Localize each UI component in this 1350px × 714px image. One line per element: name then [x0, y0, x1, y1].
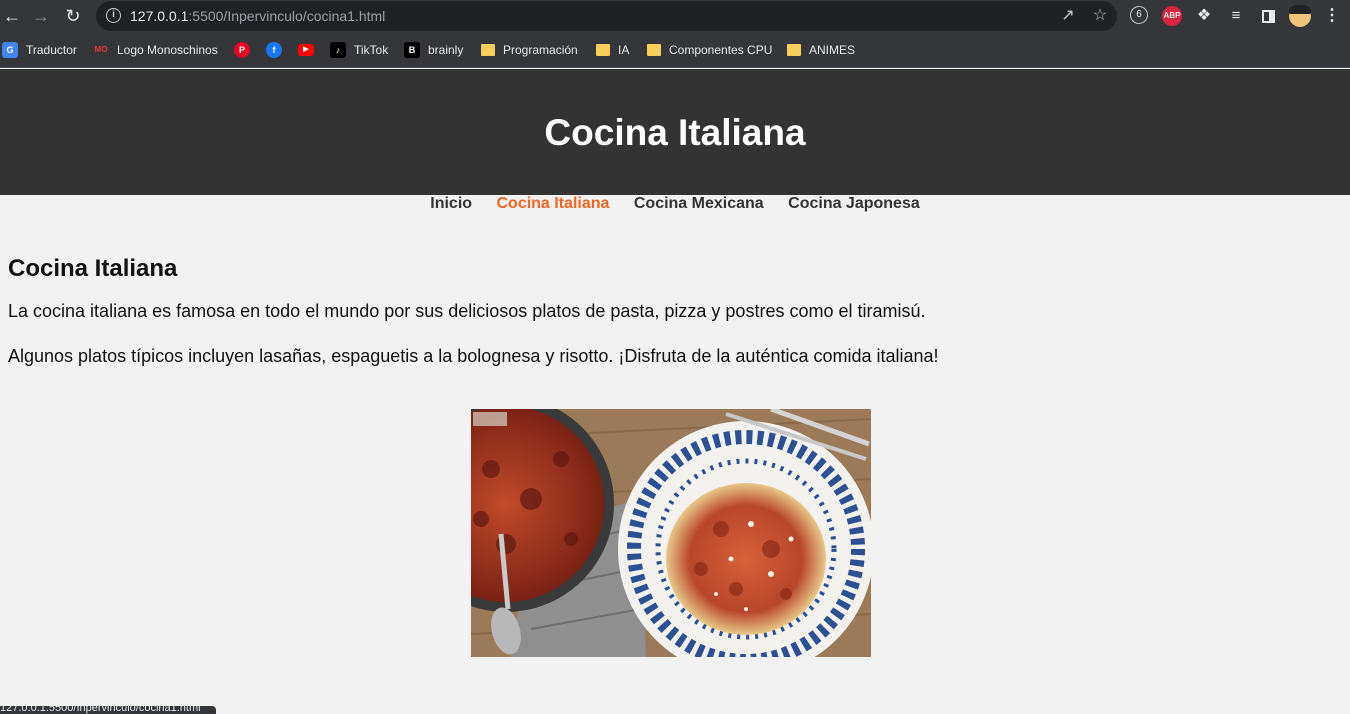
bookmark-logo-monoschinos[interactable]: MO Logo Monoschinos [93, 41, 218, 59]
url-host: 127.0.0.1 [130, 8, 189, 24]
dishes-paragraph: Algunos platos típicos incluyen lasañas,… [8, 346, 939, 366]
browser-toolbar: ← → ↻ i 127.0.0.1:5500/Inpervinculo/coci… [0, 0, 1350, 32]
tiktok-icon: ♪ [330, 42, 346, 58]
bookmark-folder-programacion[interactable]: Programación [481, 41, 578, 59]
bookmark-label: ANIMES [809, 43, 856, 57]
forward-arrow-icon[interactable]: → [29, 4, 53, 28]
status-bubble: 127.0.0.1:5500/Inpervinculo/cocina1.html [0, 706, 216, 714]
bookmark-folder-componentes-cpu[interactable]: Componentes CPU [647, 41, 772, 59]
status-url: 127.0.0.1:5500/Inpervinculo/cocina1.html [0, 706, 201, 714]
bookmark-tiktok[interactable]: ♪ TikTok [330, 41, 388, 59]
extensions-puzzle-icon[interactable]: ❖ [1194, 6, 1214, 26]
url-path: :5500/Inpervinculo/cocina1.html [188, 8, 386, 24]
menu-kebab-icon[interactable]: ⋮ [1322, 6, 1342, 26]
bookmarks-bar: G Traductor MO Logo Monoschinos P f ▶ ♪ Tik… [0, 32, 1350, 68]
reading-list-icon[interactable]: ≡ [1226, 6, 1246, 26]
profile-avatar[interactable] [1289, 5, 1311, 27]
adblock-plus-icon[interactable]: ABP [1162, 6, 1182, 26]
bookmark-pinterest[interactable]: P [234, 41, 258, 59]
bookmark-star-icon[interactable]: ☆ [1090, 6, 1110, 26]
address-bar[interactable]: i 127.0.0.1:5500/Inpervinculo/cocina1.ht… [96, 1, 1117, 31]
side-panel-icon[interactable] [1258, 6, 1278, 26]
bookmark-youtube[interactable]: ▶ [298, 41, 322, 59]
nav-link-cocina-italiana[interactable]: Cocina Italiana [496, 195, 609, 212]
nav-link-cocina-japonesa[interactable]: Cocina Japonesa [788, 195, 920, 212]
pinterest-icon: P [234, 42, 250, 58]
site-info-icon[interactable]: i [106, 8, 121, 23]
site-nav: Inicio Cocina Italiana Cocina Mexicana C… [0, 195, 1350, 215]
url-text[interactable]: 127.0.0.1:5500/Inpervinculo/cocina1.html [130, 8, 385, 24]
bookmark-facebook[interactable]: f [266, 41, 290, 59]
folder-icon [481, 44, 495, 56]
monoschinos-icon: MO [94, 45, 108, 54]
extension-6-icon[interactable]: 6 [1130, 6, 1148, 24]
brainly-icon: B [404, 42, 420, 58]
italian-pasta-photo [471, 409, 871, 657]
bookmark-label: Componentes CPU [669, 43, 773, 57]
bookmark-label: TikTok [354, 43, 389, 57]
nav-link-inicio[interactable]: Inicio [430, 195, 472, 212]
folder-icon [647, 44, 661, 56]
bookmark-brainly[interactable]: Bbrainly [404, 41, 463, 59]
share-icon[interactable]: ↗ [1058, 6, 1078, 26]
facebook-icon: f [266, 42, 282, 58]
site-title: Cocina Italiana [544, 112, 806, 153]
bookmark-folder-animes[interactable]: ANIMES [787, 41, 855, 59]
folder-icon [787, 44, 801, 56]
google-translate-icon: G [2, 42, 18, 58]
intro-paragraph: La cocina italiana es famosa en todo el … [8, 301, 926, 321]
nav-link-cocina-mexicana[interactable]: Cocina Mexicana [634, 195, 764, 212]
site-header: Cocina Italiana [0, 69, 1350, 195]
bookmark-label: Programación [503, 43, 578, 57]
reload-icon[interactable]: ↻ [61, 4, 85, 28]
bookmark-label: Logo Monoschinos [117, 43, 218, 57]
bookmark-label: IA [618, 43, 630, 57]
folder-icon [596, 44, 610, 56]
bookmark-traductor[interactable]: G Traductor [2, 41, 77, 59]
bookmark-label: Traductor [26, 43, 77, 57]
bookmark-folder-ia[interactable]: IA [596, 41, 629, 59]
bookmark-label: brainly [428, 43, 464, 57]
back-arrow-icon[interactable]: ← [0, 4, 24, 28]
section-title: Cocina Italiana [8, 255, 178, 282]
youtube-icon: ▶ [298, 44, 314, 56]
